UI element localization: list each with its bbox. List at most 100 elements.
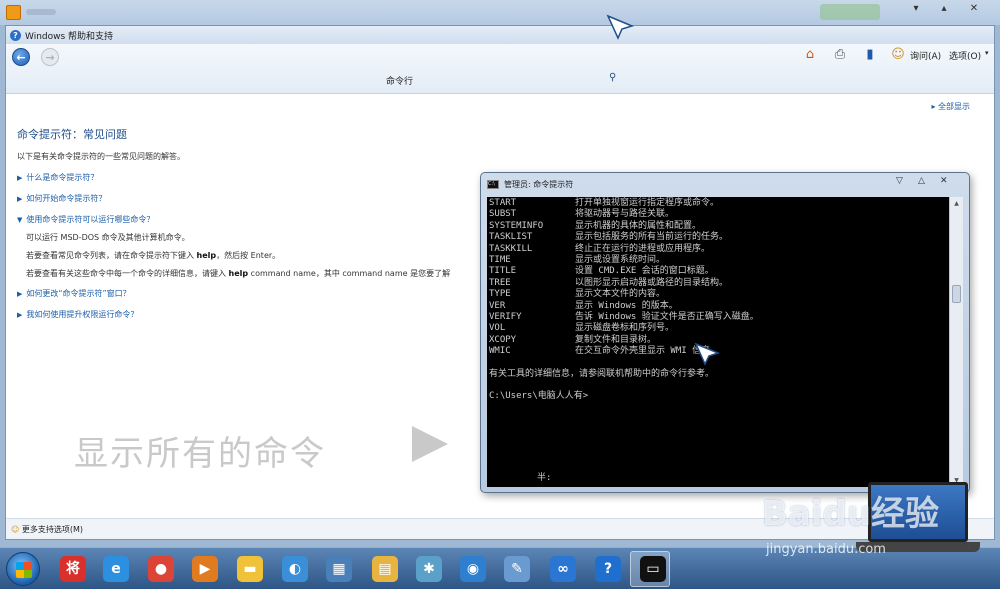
command-row: TREE 以图形显示启动器或路径的目录结构。 (489, 278, 947, 289)
ie-app-icon[interactable]: e (103, 556, 129, 582)
blurred-element (820, 4, 880, 20)
ask-icon[interactable]: ☺ (890, 47, 906, 63)
command-description: 复制文件和目录树。 (575, 334, 657, 345)
help-footer: 有关工具的详细信息，请参阅联机帮助中的命令行参考。 (489, 368, 715, 379)
command-name: XCOPY (489, 334, 517, 345)
explorer-app-icon[interactable]: ▤ (372, 556, 398, 582)
question-link-expanded[interactable]: ▼ 使用命令提示符可以运行哪些命令？ (17, 214, 154, 225)
cmd-scrollbar[interactable]: ▲ ▼ (949, 197, 963, 487)
command-list: START 打开单独视窗运行指定程序或命令。 SUBST 将驱动器号与路径关联。 SYS… (489, 198, 947, 358)
answer-text: ，然后按 Enter。 (216, 251, 281, 260)
folder-app-icon[interactable]: ▬ (237, 556, 263, 582)
control-app-icon[interactable]: ▦ (326, 556, 352, 582)
question-link[interactable]: ▶ 如何开始命令提示符？ (17, 193, 106, 204)
answer-line: 若要查看有关这些命令中每一个命令的详细信息，请键入 help command n… (26, 268, 450, 279)
antivirus-app-icon[interactable]: 将 (60, 556, 86, 582)
media-app-icon[interactable]: ▶ (192, 556, 218, 582)
expand-arrow-icon: ▶ (17, 174, 23, 182)
command-description: 终止正在运行的进程或应用程序。 (575, 243, 711, 254)
cmd-maximize-button[interactable]: △ (918, 176, 925, 186)
print-icon[interactable]: ⎙ (832, 47, 848, 63)
command-name: TYPE (489, 289, 511, 300)
answer-text: 若要查看有关这些命令中每一个命令的详细信息，请键入 (26, 269, 229, 278)
command-description: 显示或设置系统时间。 (575, 255, 666, 266)
show-all-label: 全部显示 (938, 102, 970, 111)
command-row: START 打开单独视窗运行指定程序或命令。 (489, 198, 947, 209)
command-description: 显示包括服务的所有当前运行的任务。 (575, 232, 729, 243)
help-toolbar: ← → 命令行 ⚲ ⌂ ⎙ ▮ ☺ 询问(A) 选项(O) ▾ (6, 44, 994, 94)
chrome-app-icon[interactable]: ● (148, 556, 174, 582)
answer-line: 可以运行 MSD-DOS 命令及其他计算机命令。 (26, 233, 190, 242)
command-prompt[interactable]: C:\Users\电脑人人有> (489, 391, 947, 402)
command-description: 告诉 Windows 验证文件是否正确写入磁盘。 (575, 312, 759, 323)
command-name: SYSTEMINFO (489, 220, 544, 231)
expand-arrow-icon: ▶ (17, 311, 23, 319)
cmd-app-icon[interactable]: ▭ (640, 556, 666, 582)
answer-keyword: help (228, 269, 249, 278)
scroll-up-icon[interactable]: ▲ (950, 197, 963, 210)
restore-button[interactable]: ▴ (932, 2, 956, 16)
search-icon[interactable]: ⚲ (609, 72, 616, 83)
command-description: 显示磁盘卷标和序列号。 (575, 323, 675, 334)
start-button[interactable] (6, 552, 40, 586)
more-support-link[interactable]: 更多支持选项(M) (22, 525, 83, 534)
command-description: 显示机器的具体的属性和配置。 (575, 220, 702, 231)
command-name: TITLE (489, 266, 517, 277)
scroll-thumb[interactable] (952, 285, 961, 303)
outer-window-titlebar: ▾ ▴ ✕ (0, 0, 1000, 25)
options-dropdown-icon[interactable]: ▾ (985, 49, 989, 57)
command-name: TREE (489, 277, 511, 288)
close-button[interactable]: ✕ (962, 2, 986, 16)
ime-indicator: 半: (537, 473, 552, 483)
show-all-link[interactable]: ▸ 全部显示 (931, 101, 970, 112)
sync-app-icon[interactable]: ◉ (460, 556, 486, 582)
question-label: 如何更改“命令提示符”窗口？ (26, 289, 131, 298)
question-label: 使用命令提示符可以运行哪些命令？ (26, 215, 155, 224)
windows-logo-icon (16, 562, 32, 578)
overlay-caption: 显示所有的命令 (74, 434, 326, 474)
cmd-titlebar: C:\ 管理员: 命令提示符 ▽ △ ✕ (481, 173, 969, 195)
command-row: VER 显示 Windows 的版本。 (489, 301, 947, 312)
cmd-window-title: 管理员: 命令提示符 (504, 179, 574, 189)
browser-app-icon[interactable]: ◐ (282, 556, 308, 582)
command-name: TASKLIST (489, 232, 533, 243)
cmd-minimize-button[interactable]: ▽ (896, 176, 903, 186)
help-icon: ? (10, 29, 21, 41)
command-description: 显示 Windows 的版本。 (575, 300, 678, 311)
cloud-app-icon[interactable]: ∞ (550, 556, 576, 582)
command-description: 设置 CMD.EXE 会话的窗口标题。 (575, 266, 714, 277)
command-description: 将驱动器号与路径关联。 (575, 209, 675, 220)
mouse-cursor-icon (694, 342, 720, 366)
question-link[interactable]: ▶ 我如何使用提升权限运行命令？ (17, 309, 138, 320)
command-name: SUBST (489, 209, 517, 220)
cmd-close-button[interactable]: ✕ (940, 176, 948, 186)
cmd-icon: C:\ (487, 179, 499, 189)
answer-text: 若要查看常见命令列表，请在命令提示符下键入 (26, 251, 197, 260)
question-link[interactable]: ▶ 什么是命令提示符？ (17, 172, 98, 183)
baidu-url: jingyan.baidu.com (766, 542, 886, 557)
network-app-icon[interactable]: ✱ (416, 556, 442, 582)
minimize-button[interactable]: ▾ (904, 2, 928, 16)
command-row: TIME 显示或设置系统时间。 (489, 255, 947, 266)
back-button[interactable]: ← (12, 48, 30, 66)
search-input[interactable]: 命令行 (386, 74, 413, 87)
forward-button[interactable]: → (41, 48, 59, 66)
question-label: 我如何使用提升权限运行命令？ (26, 310, 139, 319)
command-row: SUBST 将驱动器号与路径关联。 (489, 209, 947, 220)
browse-help-icon[interactable]: ▮ (862, 47, 878, 63)
question-label: 什么是命令提示符？ (26, 173, 99, 182)
blurred-title (26, 9, 56, 15)
mouse-cursor-icon (606, 14, 634, 40)
command-name: VERIFY (489, 312, 522, 323)
paint-app-icon[interactable]: ✎ (504, 556, 530, 582)
command-row: TYPE 显示文本文件的内容。 (489, 289, 947, 300)
question-link[interactable]: ▶ 如何更改“命令提示符”窗口？ (17, 288, 131, 299)
ask-button[interactable]: 询问(A) (910, 49, 941, 62)
home-icon[interactable]: ⌂ (802, 47, 818, 63)
question-label: 如何开始命令提示符？ (26, 194, 107, 203)
command-name: TIME (489, 255, 511, 266)
help-app-icon[interactable]: ? (595, 556, 621, 582)
command-row: TASKLIST 显示包括服务的所有当前运行的任务。 (489, 232, 947, 243)
command-name: TASKKILL (489, 243, 533, 254)
options-button[interactable]: 选项(O) (949, 49, 981, 62)
